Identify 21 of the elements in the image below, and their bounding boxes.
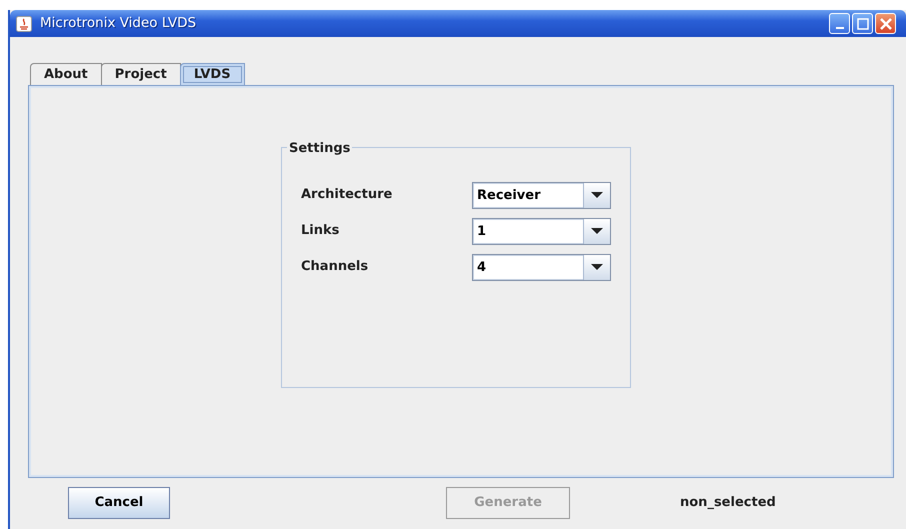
dropdown[interactable]: 1 bbox=[472, 218, 611, 244]
tab[interactable]: About bbox=[30, 63, 102, 85]
tab[interactable]: LVDS bbox=[180, 63, 245, 85]
minimize-button[interactable] bbox=[829, 13, 850, 34]
caret-icon bbox=[591, 192, 603, 198]
close-icon bbox=[880, 18, 892, 30]
maximize-icon bbox=[856, 18, 868, 30]
close-button[interactable] bbox=[875, 13, 896, 34]
field-label: Architecture bbox=[301, 186, 394, 204]
caret-icon bbox=[591, 264, 603, 270]
field-label: Channels bbox=[301, 258, 370, 276]
minimize-icon bbox=[836, 26, 844, 28]
dropdown[interactable]: Receiver bbox=[472, 182, 611, 208]
field-label: Links bbox=[301, 222, 340, 240]
java-icon bbox=[16, 16, 32, 32]
maximize-button[interactable] bbox=[852, 13, 873, 34]
status-text: non_selected bbox=[680, 494, 776, 512]
window-title: Microtronix Video LVDS bbox=[40, 14, 196, 34]
caret-icon bbox=[591, 228, 603, 234]
cancel-button[interactable]: Cancel bbox=[68, 487, 170, 519]
dropdown[interactable]: 4 bbox=[472, 254, 611, 280]
